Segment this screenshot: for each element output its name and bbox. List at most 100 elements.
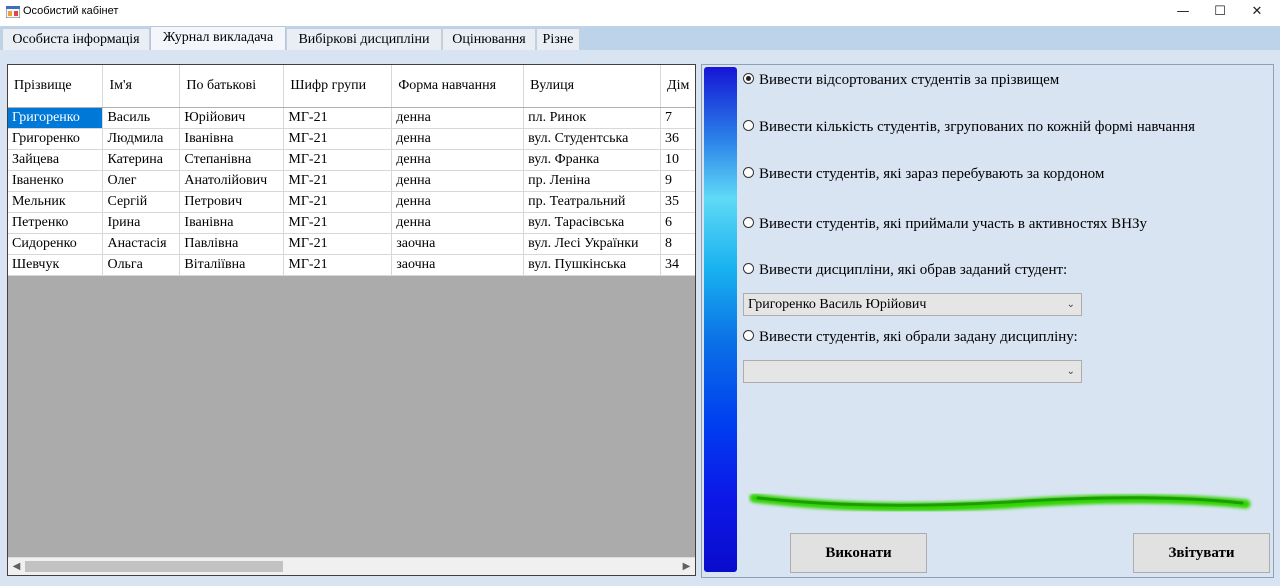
scroll-left-icon[interactable]: ◀ (8, 558, 25, 575)
scroll-right-icon[interactable]: ▶ (678, 558, 695, 575)
table-cell[interactable]: Петрович (179, 191, 285, 213)
execute-button[interactable]: Виконати (790, 533, 927, 573)
table-row[interactable]: Григоренко Людмила Іванівна МГ-21 денна … (8, 128, 695, 150)
close-button[interactable]: ✕ (1234, 0, 1280, 26)
table-row[interactable]: Мельник Сергій Петрович МГ-21 денна пр. … (8, 191, 695, 213)
table-cell[interactable]: 9 (660, 170, 695, 192)
table-row[interactable]: Шевчук Ольга Віталіївна МГ-21 заочна вул… (8, 254, 695, 276)
table-cell[interactable]: 7 (660, 107, 695, 129)
table-cell[interactable]: вул. Студентська (523, 128, 662, 150)
column-header-surname[interactable]: Прізвище (8, 65, 104, 108)
table-cell[interactable]: МГ-21 (283, 128, 393, 150)
table-cell[interactable]: Сергій (102, 191, 181, 213)
table-cell[interactable]: Степанівна (179, 149, 285, 171)
option-disciplines-of-student[interactable]: Вивести дисципліни, які обрав заданий ст… (743, 262, 1067, 279)
table-cell[interactable]: Катерина (102, 149, 181, 171)
column-header-group[interactable]: Шифр групи (283, 65, 393, 108)
table-cell[interactable]: вул. Пушкінська (523, 254, 662, 276)
table-cell[interactable]: Григоренко (8, 107, 104, 129)
table-cell[interactable]: Віталіївна (179, 254, 285, 276)
table-cell[interactable]: 8 (660, 233, 695, 255)
option-students-of-discipline[interactable]: Вивести студентів, які обрали задану дис… (743, 329, 1078, 346)
table-row[interactable]: Григоренко Василь Юрійович МГ-21 денна п… (8, 107, 695, 129)
table-cell[interactable]: Людмила (102, 128, 181, 150)
tab-teacher-journal[interactable]: Журнал викладача (150, 26, 286, 50)
table-cell[interactable]: Іванівна (179, 128, 285, 150)
tab-misc[interactable]: Різне (536, 28, 580, 50)
table-cell[interactable]: МГ-21 (283, 191, 393, 213)
column-header-name[interactable]: Ім'я (102, 65, 181, 108)
table-cell[interactable]: Ірина (102, 212, 181, 234)
column-header-house[interactable]: Дім (660, 65, 695, 108)
radio-icon[interactable] (743, 167, 754, 179)
radio-icon[interactable] (743, 263, 754, 275)
table-cell[interactable]: денна (391, 191, 525, 213)
radio-icon[interactable] (743, 120, 754, 132)
table-cell[interactable]: Павлівна (179, 233, 285, 255)
table-cell[interactable]: МГ-21 (283, 233, 393, 255)
table-row[interactable]: Петренко Ірина Іванівна МГ-21 денна вул.… (8, 212, 695, 234)
scrollbar-thumb[interactable] (25, 561, 283, 572)
table-cell[interactable]: Шевчук (8, 254, 104, 276)
students-grid[interactable]: Прізвище Ім'я По батькові Шифр групи Фор… (7, 64, 696, 576)
table-cell[interactable]: 36 (660, 128, 695, 150)
table-cell[interactable]: МГ-21 (283, 170, 393, 192)
table-cell[interactable]: Григоренко (8, 128, 104, 150)
table-cell[interactable]: 6 (660, 212, 695, 234)
table-cell[interactable]: Мельник (8, 191, 104, 213)
table-cell[interactable]: Юрійович (179, 107, 285, 129)
table-cell[interactable]: 35 (660, 191, 695, 213)
radio-icon[interactable] (743, 217, 754, 229)
table-cell[interactable]: вул. Франка (523, 149, 662, 171)
student-select[interactable]: Григоренко Василь Юрійович ⌄ (743, 293, 1082, 316)
tab-elective-disciplines[interactable]: Вибіркові дисципліни (286, 28, 442, 50)
table-cell[interactable]: Олег (102, 170, 181, 192)
table-cell[interactable]: заочна (391, 254, 525, 276)
option-activities[interactable]: Вивести студентів, які приймали участь в… (743, 216, 1147, 233)
table-cell[interactable]: Петренко (8, 212, 104, 234)
table-cell[interactable]: Зайцева (8, 149, 104, 171)
table-cell[interactable]: вул. Лесі Українки (523, 233, 662, 255)
table-cell[interactable]: МГ-21 (283, 107, 393, 129)
table-cell[interactable]: Сидоренко (8, 233, 104, 255)
column-header-study-form[interactable]: Форма навчання (391, 65, 525, 108)
tab-personal-info[interactable]: Особиста інформація (2, 28, 150, 50)
table-cell[interactable]: МГ-21 (283, 212, 393, 234)
table-row[interactable]: Сидоренко Анастасія Павлівна МГ-21 заочн… (8, 233, 695, 255)
table-cell[interactable]: заочна (391, 233, 525, 255)
table-cell[interactable]: денна (391, 212, 525, 234)
table-cell[interactable]: денна (391, 107, 525, 129)
option-abroad[interactable]: Вивести студентів, які зараз перебувають… (743, 166, 1104, 183)
table-cell[interactable]: Анастасія (102, 233, 181, 255)
table-cell[interactable]: Іваненко (8, 170, 104, 192)
report-button[interactable]: Звітувати (1133, 533, 1270, 573)
tab-grading[interactable]: Оцінювання (442, 28, 536, 50)
radio-icon[interactable] (743, 330, 754, 342)
column-header-patronymic[interactable]: По батькові (179, 65, 285, 108)
table-cell[interactable]: пр. Театральний (523, 191, 662, 213)
table-cell[interactable]: 10 (660, 149, 695, 171)
option-sorted[interactable]: Вивести відсортованих студентів за прізв… (743, 72, 1059, 89)
table-cell[interactable]: Ольга (102, 254, 181, 276)
table-cell[interactable]: Іванівна (179, 212, 285, 234)
table-cell[interactable]: пр. Леніна (523, 170, 662, 192)
table-cell[interactable]: денна (391, 170, 525, 192)
option-count-by-form[interactable]: Вивести кількість студентів, згрупованих… (743, 119, 1195, 136)
table-row[interactable]: Іваненко Олег Анатолійович МГ-21 денна п… (8, 170, 695, 192)
table-cell[interactable]: Василь (102, 107, 181, 129)
horizontal-scrollbar[interactable]: ◀ ▶ (8, 557, 695, 575)
radio-checked-icon[interactable] (743, 73, 754, 85)
table-cell[interactable]: пл. Ринок (523, 107, 662, 129)
table-cell[interactable]: вул. Тарасівська (523, 212, 662, 234)
table-cell[interactable]: денна (391, 128, 525, 150)
chevron-down-icon[interactable]: ⌄ (1067, 361, 1075, 382)
column-header-street[interactable]: Вулиця (523, 65, 662, 108)
chevron-down-icon[interactable]: ⌄ (1067, 294, 1075, 315)
table-row[interactable]: Зайцева Катерина Степанівна МГ-21 денна … (8, 149, 695, 171)
table-cell[interactable]: МГ-21 (283, 149, 393, 171)
table-cell[interactable]: Анатолійович (179, 170, 285, 192)
discipline-select[interactable]: ⌄ (743, 360, 1082, 383)
table-cell[interactable]: денна (391, 149, 525, 171)
table-cell[interactable]: 34 (660, 254, 695, 276)
table-cell[interactable]: МГ-21 (283, 254, 393, 276)
